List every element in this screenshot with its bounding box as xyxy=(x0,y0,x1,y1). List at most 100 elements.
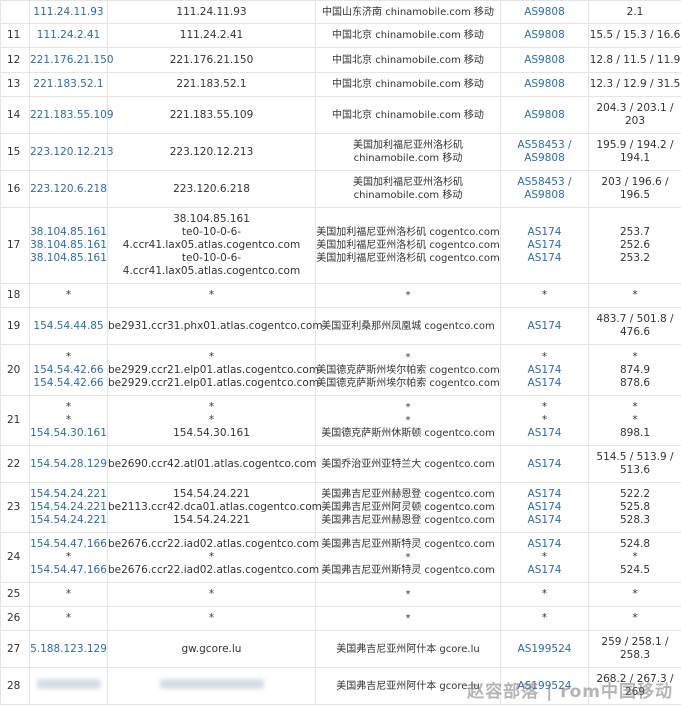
hostname-cell-line: 38.104.85.161 xyxy=(108,213,315,226)
latency-cell-line: 514.5 / 513.9 / xyxy=(589,451,681,464)
asn-cell-line[interactable]: AS174 xyxy=(501,458,588,471)
ip-cell-line[interactable]: 154.54.47.166 xyxy=(30,564,107,577)
latency-cell: 253.7252.6253.2 xyxy=(589,208,681,284)
ip-cell-line[interactable]: 221.183.55.109 xyxy=(30,109,107,122)
ip-cell-line[interactable]: 38.104.85.161 xyxy=(30,226,107,239)
ip-cell xyxy=(30,668,108,705)
asn-cell-line[interactable]: AS174 xyxy=(501,514,588,527)
asn-cell-line[interactable]: AS9808 xyxy=(501,152,588,165)
ip-cell-line[interactable]: 154.54.47.166 xyxy=(30,538,107,551)
asn-cell-line[interactable]: AS174 xyxy=(501,427,588,440)
latency-cell-line: * xyxy=(589,551,681,564)
location-cell: **美国德克萨斯州休斯顿 cogentco.com xyxy=(316,396,501,446)
hostname-cell: * xyxy=(108,583,316,607)
ip-cell-line[interactable]: 38.104.85.161 xyxy=(30,252,107,265)
location-cell: 中国北京 chinamobile.com 移动 xyxy=(316,73,501,97)
hostname-cell-line: te0-10-0-6- xyxy=(108,252,315,265)
asn-cell: AS174 xyxy=(501,446,589,483)
asn-cell-line[interactable]: AS174 xyxy=(501,488,588,501)
asn-cell-line[interactable]: AS9808 xyxy=(501,54,588,67)
ip-cell-line[interactable]: 154.54.42.66 xyxy=(30,364,107,377)
asn-cell-line[interactable]: AS174 xyxy=(501,226,588,239)
asn-cell-line[interactable]: AS58453 / xyxy=(501,176,588,189)
ip-cell: 221.183.52.1 xyxy=(30,73,108,97)
latency-cell-line: * xyxy=(589,612,681,625)
hostname-cell-line: * xyxy=(108,551,315,564)
ip-cell: 38.104.85.16138.104.85.16138.104.85.161 xyxy=(30,208,108,284)
hostname-cell: be2676.ccr22.iad02.atlas.cogentco.com*be… xyxy=(108,533,316,583)
ip-cell-line[interactable]: 5.188.123.129 xyxy=(30,643,107,656)
ip-cell-line[interactable]: 111.24.2.41 xyxy=(30,29,107,42)
hop-number: 18 xyxy=(1,284,30,308)
asn-cell-line[interactable]: AS199524 xyxy=(501,643,588,656)
hop-number: 21 xyxy=(1,396,30,446)
latency-cell-line: * xyxy=(589,401,681,414)
asn-cell: AS199524 xyxy=(501,631,589,668)
asn-cell-line[interactable]: AS174 xyxy=(501,377,588,390)
ip-cell-line[interactable]: 38.104.85.161 xyxy=(30,239,107,252)
latency-cell-line: 203 / 196.6 / xyxy=(589,176,681,189)
hostname-cell: 154.54.24.221be2113.ccr42.dca01.atlas.co… xyxy=(108,483,316,533)
hostname-cell-line: be2929.ccr21.elp01.atlas.cogentco.com xyxy=(108,364,315,377)
latency-cell: 12.8 / 11.5 / 11.9 xyxy=(589,48,681,73)
asn-cell-line[interactable]: AS174 xyxy=(501,252,588,265)
latency-cell: **898.1 xyxy=(589,396,681,446)
asn-cell: AS174 xyxy=(501,308,589,345)
ip-cell-line[interactable]: 221.176.21.150 xyxy=(30,54,107,67)
ip-cell-line[interactable]: 154.54.30.161 xyxy=(30,427,107,440)
asn-cell: *AS174AS174 xyxy=(501,345,589,396)
ip-cell-line[interactable]: 111.24.11.93 xyxy=(30,6,107,19)
asn-cell-line[interactable]: AS174 xyxy=(501,564,588,577)
hop-number: 14 xyxy=(1,97,30,134)
latency-cell-line: 524.8 xyxy=(589,538,681,551)
latency-cell-line: * xyxy=(589,351,681,364)
hop-row: 16223.120.6.218223.120.6.218美国加利福尼亚州洛杉矶c… xyxy=(1,171,681,208)
ip-cell-line[interactable]: 154.54.42.66 xyxy=(30,377,107,390)
asn-cell-line[interactable]: AS58453 / xyxy=(501,139,588,152)
latency-cell-line: 259 / 258.1 / xyxy=(589,636,681,649)
location-cell-line: * xyxy=(316,414,500,427)
ip-cell-line[interactable]: 154.54.24.221 xyxy=(30,488,107,501)
ip-cell-line: * xyxy=(30,588,107,601)
ip-cell-line[interactable]: 223.120.12.213 xyxy=(30,146,107,159)
ip-cell-line[interactable]: 221.183.52.1 xyxy=(30,78,107,91)
location-cell: * xyxy=(316,583,501,607)
ip-cell-line: * xyxy=(30,414,107,427)
hostname-cell: 223.120.6.218 xyxy=(108,171,316,208)
asn-cell-line[interactable]: AS174 xyxy=(501,364,588,377)
asn-cell-line[interactable]: AS9808 xyxy=(501,78,588,91)
asn-cell: AS9808 xyxy=(501,1,589,24)
ip-cell-line[interactable]: 154.54.28.129 xyxy=(30,458,107,471)
hop-row: 11111.24.2.41111.24.2.41中国北京 chinamobile… xyxy=(1,24,681,48)
latency-cell: 204.3 / 203.1 /203 xyxy=(589,97,681,134)
latency-cell-line: 252.6 xyxy=(589,239,681,252)
asn-cell-line[interactable]: AS9808 xyxy=(501,189,588,202)
ip-cell-line[interactable]: 154.54.44.85 xyxy=(30,320,107,333)
hop-number: 19 xyxy=(1,308,30,345)
asn-cell-line[interactable]: AS174 xyxy=(501,239,588,252)
ip-cell-line[interactable]: 223.120.6.218 xyxy=(30,183,107,196)
asn-cell: AS58453 /AS9808 xyxy=(501,134,589,171)
location-cell-line: 美国加利福尼亚州洛杉矶 cogentco.com xyxy=(316,239,500,252)
hostname-cell-line: * xyxy=(108,351,315,364)
asn-cell-line[interactable]: AS174 xyxy=(501,538,588,551)
asn-cell-line[interactable]: AS9808 xyxy=(501,6,588,19)
latency-cell: 259 / 258.1 /258.3 xyxy=(589,631,681,668)
hop-row: 20*154.54.42.66154.54.42.66*be2929.ccr21… xyxy=(1,345,681,396)
asn-cell-line[interactable]: AS9808 xyxy=(501,29,588,42)
hop-row: 12221.176.21.150221.176.21.150中国北京 china… xyxy=(1,48,681,73)
latency-cell-line: 12.8 / 11.5 / 11.9 xyxy=(589,54,681,67)
asn-cell: AS58453 /AS9808 xyxy=(501,171,589,208)
asn-cell-line[interactable]: AS174 xyxy=(501,501,588,514)
hop-row: 18***** xyxy=(1,284,681,308)
ip-cell: * xyxy=(30,583,108,607)
asn-cell-line[interactable]: AS9808 xyxy=(501,109,588,122)
ip-cell-line[interactable]: 154.54.24.221 xyxy=(30,514,107,527)
asn-cell-line[interactable]: AS174 xyxy=(501,320,588,333)
hop-number: 28 xyxy=(1,668,30,705)
latency-cell-line: 253.2 xyxy=(589,252,681,265)
hop-row: 14221.183.55.109221.183.55.109中国北京 china… xyxy=(1,97,681,134)
ip-cell-line[interactable]: 154.54.24.221 xyxy=(30,501,107,514)
latency-cell-line: 253.7 xyxy=(589,226,681,239)
hostname-cell-line: 223.120.6.218 xyxy=(108,183,315,196)
